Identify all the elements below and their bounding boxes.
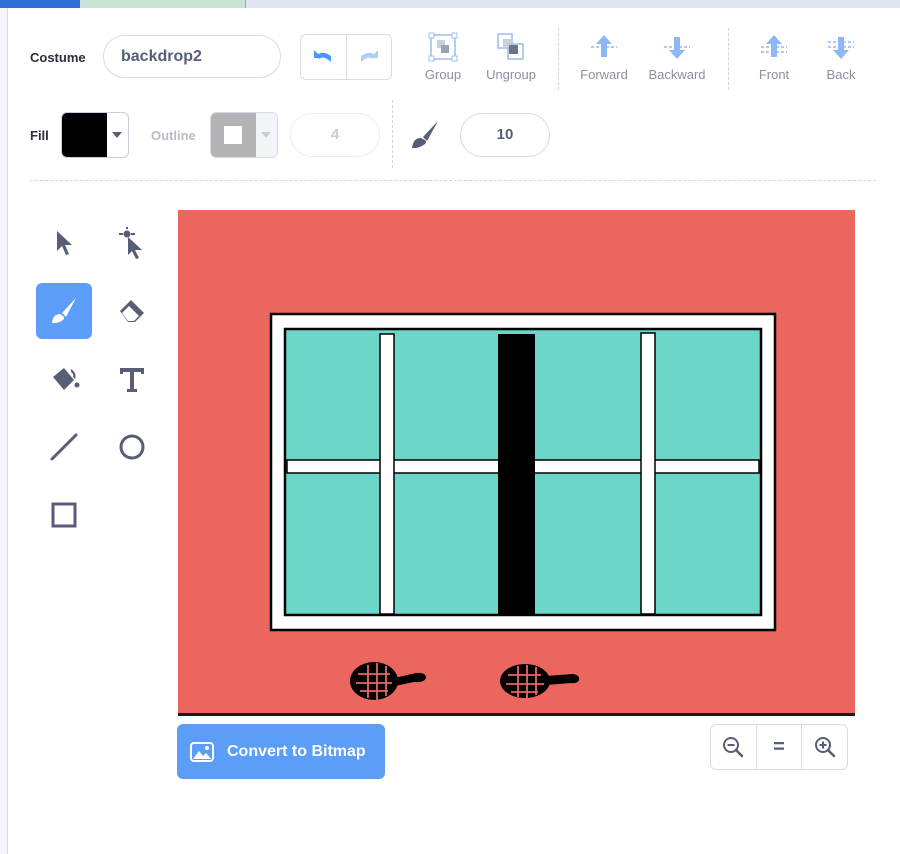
fill-color-swatch [62,113,107,157]
outline-label: Outline [151,128,196,143]
ungroup-label: Ungroup [486,67,536,82]
outline-color-picker[interactable] [210,112,278,158]
brush-tool[interactable] [36,283,92,339]
rectangle-tool[interactable] [36,487,92,543]
racket-right [500,664,580,698]
eraser-icon [120,300,144,322]
redo-icon [360,50,378,62]
undo-button[interactable] [301,35,346,79]
toolbar-separator [30,180,876,181]
fill-color-picker[interactable] [61,112,129,158]
front-icon [761,35,787,57]
toolbar-divider [558,28,559,90]
line-tool[interactable] [36,419,92,475]
ungroup-button[interactable]: Ungroup [476,32,546,82]
zoom-in-button[interactable] [801,725,847,769]
zoom-out-icon [723,737,744,758]
drawing-canvas[interactable] [178,210,855,715]
forward-button[interactable]: Forward [569,32,639,82]
chevron-down-icon [255,113,277,157]
undo-redo-group [300,34,392,80]
window-mullion-right [640,332,656,615]
zoom-in-icon [814,737,835,758]
redo-button[interactable] [345,35,392,79]
group-label: Group [424,67,462,82]
line-icon [50,433,78,461]
toolbar-divider [392,100,393,168]
forward-icon [591,35,617,57]
forward-label: Forward [580,67,628,82]
backward-button[interactable]: Backward [642,32,712,82]
convert-label: Convert to Bitmap [227,742,366,760]
window-mullion-left [379,333,395,615]
canvas-bottom-border [178,713,855,716]
browser-tab-strip [0,0,900,8]
circle-tool[interactable] [104,419,160,475]
tab-left[interactable] [0,0,80,8]
undo-icon [314,50,332,62]
back-button[interactable]: Back [806,32,876,82]
backward-icon [664,37,690,59]
circle-icon [119,434,145,460]
zoom-reset-button[interactable]: = [755,725,802,769]
outline-width-input[interactable]: 4 [290,113,380,157]
ungroup-icon [497,33,524,60]
front-label: Front [758,67,790,82]
back-label: Back [826,67,856,82]
text-tool[interactable] [104,351,160,407]
brush-size-icon [408,118,442,157]
front-button[interactable]: Front [739,32,809,82]
reshape-tool[interactable] [104,215,160,271]
window-center-bar [498,334,535,615]
group-icon [428,32,458,62]
reshape-icon [119,227,142,259]
toolbar-divider [728,28,729,90]
costume-name-input[interactable]: backdrop2 [103,35,281,78]
arrow-cursor-icon [57,231,72,255]
brush-icon [52,298,76,324]
fill-tool[interactable] [36,351,92,407]
backward-label: Backward [648,67,706,82]
brush-size-input[interactable]: 10 [460,113,550,157]
chevron-down-icon [107,113,128,157]
back-icon [828,37,854,59]
zoom-controls: = [710,724,848,770]
rectangle-icon [51,502,77,528]
paint-bucket-icon [53,368,80,390]
select-tool[interactable] [36,215,92,271]
convert-to-bitmap-button[interactable]: Convert to Bitmap [177,724,385,779]
backdrop-drawing [269,312,777,700]
left-edge [0,8,8,854]
text-icon [120,368,144,392]
tab-active[interactable] [80,0,246,8]
fill-label: Fill [30,128,49,143]
group-button[interactable]: Group [408,32,478,82]
image-icon [190,741,214,762]
costume-label: Costume [30,50,86,65]
eraser-tool[interactable] [104,283,160,339]
zoom-out-button[interactable] [711,725,756,769]
racket-left [350,662,426,700]
outline-color-swatch [211,113,256,157]
